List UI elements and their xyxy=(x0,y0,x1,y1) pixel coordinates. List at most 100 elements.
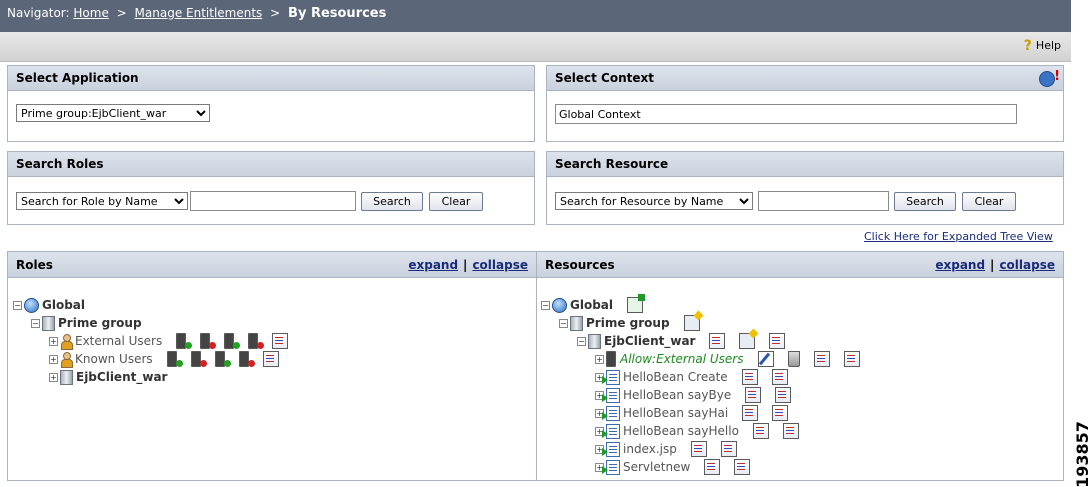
node-label: Prime group xyxy=(58,316,142,330)
role-node-known-users[interactable]: + Known Users xyxy=(49,351,279,368)
help-button[interactable]: ? Help xyxy=(1024,39,1061,53)
resource-icon xyxy=(602,387,620,403)
server-group-icon xyxy=(42,315,55,331)
resource-node-item[interactable]: + index.jsp xyxy=(595,441,737,457)
resource-search-mode-select[interactable]: Search for Resource by Name xyxy=(555,192,753,210)
expand-toggle-icon[interactable]: + xyxy=(595,354,604,364)
globe-icon xyxy=(24,297,39,313)
grant-policy-icon[interactable] xyxy=(214,351,231,367)
expand-toggle-icon[interactable]: + xyxy=(49,372,58,382)
new-application-icon[interactable] xyxy=(683,315,700,331)
help-bar: ? Help xyxy=(0,32,1071,62)
collapse-toggle-icon[interactable]: − xyxy=(31,318,40,328)
resource-details-icon[interactable] xyxy=(771,369,788,385)
node-label: HelloBean sayHai xyxy=(623,406,729,420)
resource-node-prime-group[interactable]: − Prime group xyxy=(559,315,700,331)
policy-details-icon[interactable] xyxy=(813,351,830,367)
roles-collapse-link[interactable]: collapse xyxy=(472,258,528,272)
application-icon xyxy=(60,369,73,385)
node-label: External Users xyxy=(75,334,163,348)
node-label: Servletnew xyxy=(623,460,691,474)
grant-role-icon[interactable] xyxy=(176,333,193,349)
resource-clear-button[interactable]: Clear xyxy=(962,192,1016,211)
current-page-title: By Resources xyxy=(288,6,387,21)
manage-entitlements-link[interactable]: Manage Entitlements xyxy=(135,6,263,20)
policy-icon[interactable] xyxy=(742,405,759,421)
delete-icon[interactable] xyxy=(787,351,800,367)
panel-title: Search Resource xyxy=(547,152,1063,177)
navigator-bar: Navigator: Home > Manage Entitlements > … xyxy=(0,0,1071,32)
search-roles-panel: Search Roles Search for Role by Name Sea… xyxy=(7,151,535,225)
resource-search-button[interactable]: Search xyxy=(894,192,956,211)
grant-policy-icon[interactable] xyxy=(224,333,241,349)
deny-policy-icon[interactable] xyxy=(238,351,255,367)
policy-icon[interactable] xyxy=(704,459,721,475)
node-label: Known Users xyxy=(75,352,153,366)
role-search-input[interactable] xyxy=(190,191,356,211)
search-resource-panel: Search Resource Search for Resource by N… xyxy=(546,151,1064,225)
roles-header: Roles expand | collapse xyxy=(8,252,536,278)
collapse-toggle-icon[interactable]: − xyxy=(541,300,550,310)
resource-details-icon[interactable] xyxy=(734,459,751,475)
deny-role-icon[interactable] xyxy=(200,333,217,349)
application-select[interactable]: Prime group:EjbClient_war xyxy=(16,104,210,122)
roles-title: Roles xyxy=(16,258,53,272)
user-role-icon xyxy=(60,351,73,368)
role-node-external-users[interactable]: + External Users xyxy=(49,333,289,350)
context-field[interactable] xyxy=(555,104,1017,124)
role-details-icon[interactable] xyxy=(272,333,289,349)
home-link[interactable]: Home xyxy=(73,6,108,20)
role-node-ejbclient-war[interactable]: + EjbClient_war xyxy=(49,369,167,385)
expanded-tree-view-link[interactable]: Click Here for Expanded Tree View xyxy=(864,230,1053,243)
collapse-toggle-icon[interactable]: − xyxy=(13,300,22,310)
panel-title-text: Select Context xyxy=(555,71,655,85)
collapse-toggle-icon[interactable]: − xyxy=(577,336,586,346)
resource-node-global[interactable]: − Global xyxy=(541,294,646,313)
resource-search-input[interactable] xyxy=(758,191,889,211)
resource-node-allow-external-users[interactable]: + Allow:External Users xyxy=(595,351,860,367)
grant-role-icon[interactable] xyxy=(166,351,183,367)
resource-details-icon[interactable] xyxy=(775,387,792,403)
policy-icon[interactable] xyxy=(690,441,707,457)
collapse-toggle-icon[interactable]: − xyxy=(559,318,568,328)
context-globe-alert-icon[interactable] xyxy=(1039,69,1060,87)
resource-node-item[interactable]: + HelloBean sayHello xyxy=(595,423,799,439)
role-search-mode-select[interactable]: Search for Role by Name xyxy=(16,192,188,210)
policy-info-icon[interactable] xyxy=(843,351,860,367)
roles-expand-link[interactable]: expand xyxy=(408,258,458,272)
expand-toggle-icon[interactable]: + xyxy=(49,336,58,346)
resource-node-item[interactable]: + Servletnew xyxy=(595,459,751,475)
role-node-prime-group[interactable]: − Prime group xyxy=(31,315,142,331)
edit-icon[interactable] xyxy=(757,351,774,367)
resource-node-item[interactable]: + HelloBean Create xyxy=(595,369,788,385)
deny-role-icon[interactable] xyxy=(190,351,207,367)
role-policy-icon xyxy=(606,351,616,367)
link-separator: | xyxy=(463,258,468,272)
resource-node-ejbclient-war[interactable]: − EjbClient_war xyxy=(577,333,786,349)
expand-toggle-icon[interactable]: + xyxy=(49,354,58,364)
resources-expand-link[interactable]: expand xyxy=(935,258,985,272)
resource-details-icon[interactable] xyxy=(772,405,789,421)
node-label: EjbClient_war xyxy=(604,334,696,348)
role-node-global[interactable]: − Global xyxy=(13,297,85,313)
resource-details-icon[interactable] xyxy=(769,333,786,349)
resources-title: Resources xyxy=(545,258,615,272)
add-resource-icon[interactable] xyxy=(627,294,646,313)
navigator-prefix: Navigator: xyxy=(7,6,70,20)
resource-icon xyxy=(602,459,620,475)
role-details-icon[interactable] xyxy=(262,351,279,367)
policy-icon[interactable] xyxy=(745,387,762,403)
resource-node-item[interactable]: + HelloBean sayHai xyxy=(595,405,789,421)
resource-details-icon[interactable] xyxy=(782,423,799,439)
deny-policy-icon[interactable] xyxy=(248,333,265,349)
policy-icon[interactable] xyxy=(741,369,758,385)
policy-icon[interactable] xyxy=(709,333,726,349)
resources-collapse-link[interactable]: collapse xyxy=(999,258,1055,272)
role-clear-button[interactable]: Clear xyxy=(429,192,483,211)
new-resource-icon[interactable] xyxy=(739,333,756,349)
resource-node-item[interactable]: + HelloBean sayBye xyxy=(595,387,792,403)
resource-details-icon[interactable] xyxy=(720,441,737,457)
panel-title: Select Application xyxy=(8,66,534,91)
policy-icon[interactable] xyxy=(752,423,769,439)
role-search-button[interactable]: Search xyxy=(361,192,423,211)
